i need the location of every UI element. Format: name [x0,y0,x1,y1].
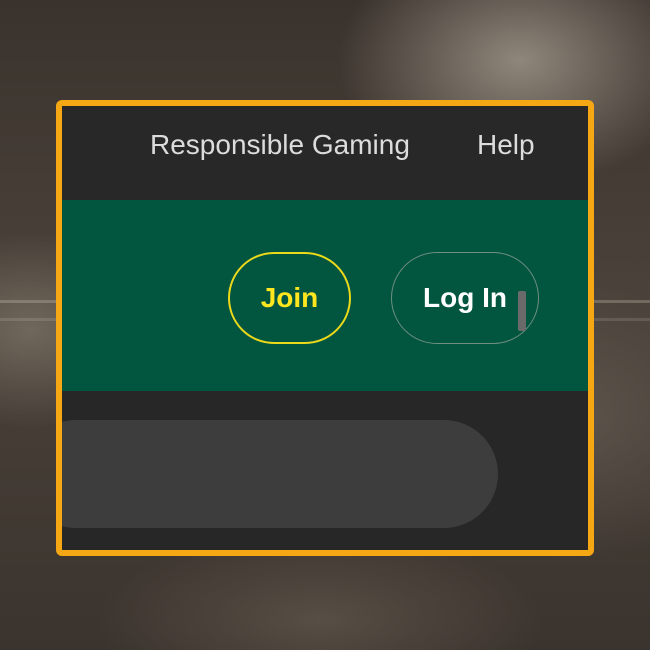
join-button-label: Join [260,282,319,313]
responsible-gaming-link[interactable]: Responsible Gaming [150,128,410,162]
log-in-button-label: Log In [423,282,507,313]
log-in-button[interactable]: Log In [391,252,539,344]
partial-icon [518,291,526,331]
top-utility-bar: Responsible Gaming Help [62,106,588,200]
join-button[interactable]: Join [228,252,351,344]
brand-header-bar: Join Log In [62,200,588,391]
help-link[interactable]: Help [477,128,535,162]
highlighted-header-region: Responsible Gaming Help Join Log In [56,100,594,556]
search-bar-area [62,391,588,550]
search-input[interactable] [62,420,498,528]
